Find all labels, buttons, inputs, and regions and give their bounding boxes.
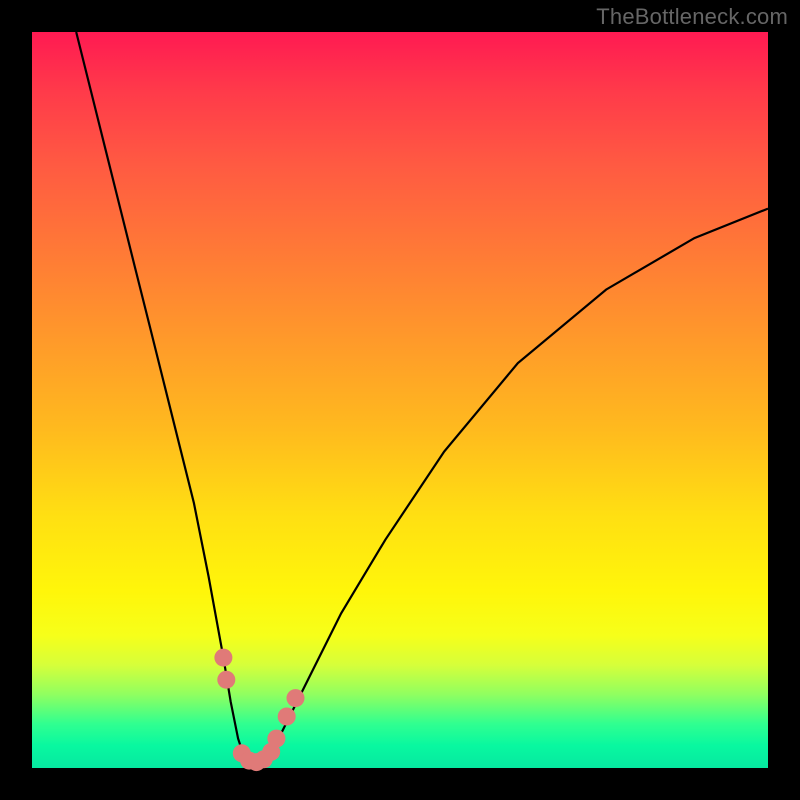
curve-marker — [267, 730, 285, 748]
curve-svg — [32, 32, 768, 768]
curve-marker — [217, 671, 235, 689]
plot-area — [32, 32, 768, 768]
chart-frame: TheBottleneck.com — [0, 0, 800, 800]
curve-marker — [287, 689, 305, 707]
watermark-text: TheBottleneck.com — [596, 4, 788, 30]
curve-marker — [214, 649, 232, 667]
curve-marker — [278, 708, 296, 726]
curve-markers — [214, 649, 304, 772]
bottleneck-curve — [76, 32, 768, 764]
